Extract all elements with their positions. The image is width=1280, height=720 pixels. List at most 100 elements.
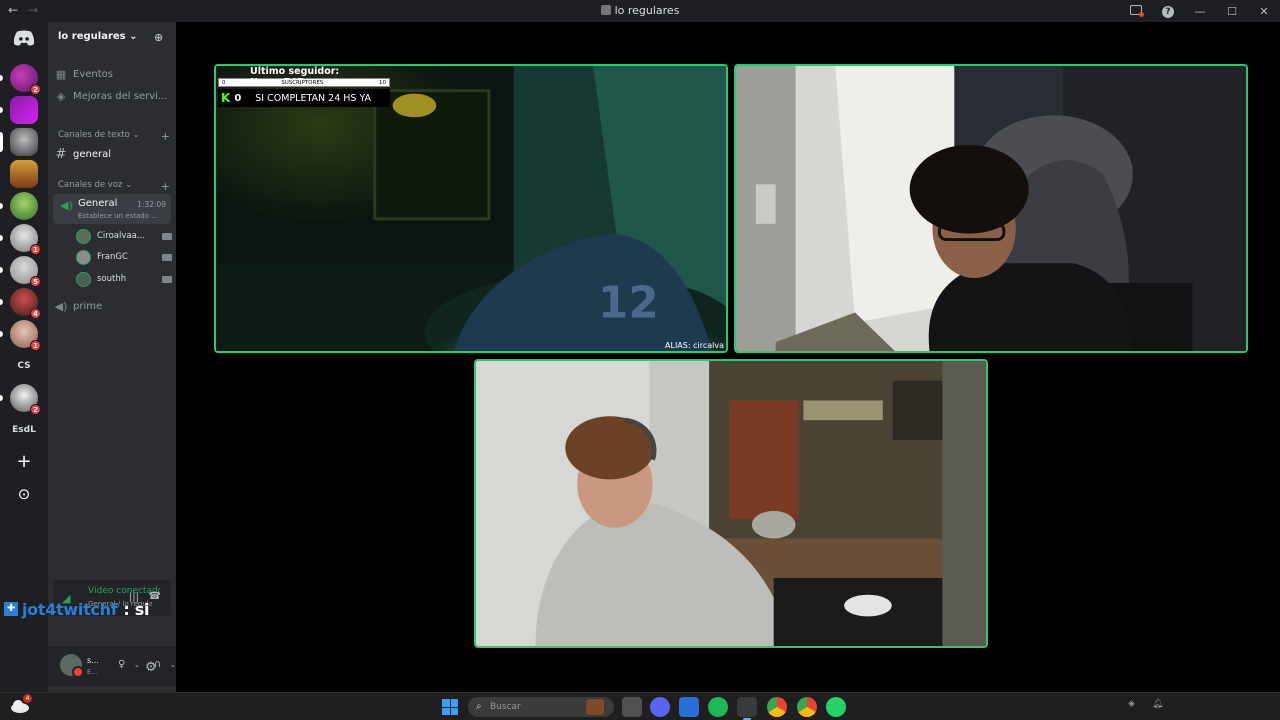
selected-pill bbox=[0, 132, 3, 152]
explore-icon[interactable]: ⊙ bbox=[10, 480, 38, 508]
avatar bbox=[76, 228, 91, 244]
maximize-button[interactable]: ☐ bbox=[1216, 5, 1248, 18]
voice-user[interactable]: southh bbox=[76, 270, 172, 288]
unread-pill bbox=[0, 299, 3, 305]
server-icon-1[interactable]: 2 bbox=[10, 64, 41, 95]
webcam-feed bbox=[476, 361, 986, 646]
mention-badge: 1 bbox=[30, 244, 41, 255]
video-tile-southh[interactable] bbox=[474, 359, 988, 648]
server-icon-lo-regulares[interactable] bbox=[10, 128, 38, 156]
window-title: lo regulares bbox=[0, 4, 1280, 17]
voice-status[interactable]: Establece un estado ... bbox=[78, 212, 158, 220]
server-icon-8[interactable]: 4 bbox=[10, 288, 41, 319]
store-app-icon[interactable] bbox=[679, 697, 699, 717]
server-icon bbox=[600, 5, 611, 15]
help-icon: ? bbox=[1162, 6, 1174, 18]
task-view-icon[interactable] bbox=[622, 697, 642, 717]
avatar bbox=[76, 271, 91, 287]
guild-name[interactable]: lo regulares ⌄ bbox=[58, 31, 137, 45]
video-tile-frangc[interactable] bbox=[734, 64, 1248, 353]
guild-header[interactable]: lo regulares ⌄ ⊕ bbox=[48, 22, 176, 54]
search-highlight-icon bbox=[586, 699, 604, 715]
inbox-icon bbox=[1130, 4, 1144, 17]
webcam-feed bbox=[736, 66, 1246, 351]
voice-user[interactable]: Ciroalvaa... bbox=[76, 227, 172, 245]
alias-label: ALIAS: circalva bbox=[665, 341, 724, 350]
disconnect-icon[interactable]: ☎ bbox=[149, 591, 161, 602]
bell-icon[interactable]: 🔔︎ bbox=[1152, 699, 1163, 709]
call-timer: 1:32:09 bbox=[137, 200, 166, 209]
mention-badge: 5 bbox=[30, 276, 41, 287]
chevron-down-icon[interactable]: ⌄ bbox=[134, 661, 140, 669]
help-button[interactable]: ? bbox=[1152, 4, 1184, 18]
tray-icon[interactable]: ◈ bbox=[1128, 699, 1135, 709]
channel-events[interactable]: ▦ Eventos bbox=[54, 64, 172, 84]
unread-pill bbox=[0, 235, 3, 241]
start-button[interactable] bbox=[442, 699, 458, 715]
video-tile-ciroalvaa[interactable]: 12 Ultimo seguidor: Nanox747 0 SUSCRIPTO… bbox=[214, 64, 728, 353]
windows-taskbar: 4 ⌕ Buscar ◈ 🔔︎ bbox=[0, 692, 1280, 720]
category-text-channels[interactable]: Canales de texto ⌄ + bbox=[58, 130, 170, 143]
streamer-logo-icon: ✚ bbox=[4, 602, 18, 616]
unread-pill bbox=[0, 107, 3, 113]
inbox-button[interactable] bbox=[1120, 4, 1152, 18]
spotify-app-icon[interactable] bbox=[708, 697, 728, 717]
unread-pill bbox=[0, 331, 3, 337]
channel-general-text[interactable]: # general bbox=[54, 144, 172, 164]
server-icon-esdl[interactable]: EsdL bbox=[10, 416, 38, 444]
discord-home-icon[interactable] bbox=[13, 30, 35, 46]
unread-pill bbox=[0, 267, 3, 273]
chrome-app-icon[interactable] bbox=[767, 697, 787, 717]
microphone-icon[interactable]: ♀ bbox=[118, 659, 125, 670]
invite-people-icon[interactable]: ⊕ bbox=[154, 31, 166, 44]
kick-icon: K bbox=[221, 91, 231, 105]
minimize-button[interactable]: — bbox=[1184, 5, 1216, 18]
category-voice-channels[interactable]: Canales de voz ⌄ + bbox=[58, 180, 170, 193]
whatsapp-app-icon[interactable] bbox=[826, 697, 846, 717]
mention-badge: 1 bbox=[30, 340, 41, 351]
avatar bbox=[76, 249, 91, 265]
discord-app-icon[interactable] bbox=[650, 697, 670, 717]
user-panel: s... E... ♀ ⌄ ∩ ⌄ bbox=[48, 646, 176, 686]
mention-badge: 4 bbox=[30, 308, 41, 319]
kick-goal: K 0 SI COMPLETAN 24 HS YA bbox=[218, 89, 390, 107]
settings-gear-icon[interactable]: ⚙ bbox=[145, 660, 157, 675]
user-name: s... bbox=[87, 656, 99, 665]
channel-sidebar: lo regulares ⌄ ⊕ ▦ Eventos ◈ Mejoras del… bbox=[48, 22, 176, 692]
camera-icon bbox=[162, 253, 172, 261]
chevron-down-icon[interactable]: ⌄ bbox=[170, 661, 176, 669]
voice-channel-general[interactable]: ◀) General 1:32:09 Establece un estado .… bbox=[53, 194, 171, 224]
boost-icon: ◈ bbox=[56, 89, 66, 103]
obs-app-icon[interactable] bbox=[737, 697, 757, 720]
chrome-profile-app-icon[interactable] bbox=[797, 697, 817, 717]
search-icon: ⌕ bbox=[476, 701, 482, 712]
server-icon-11[interactable]: 2 bbox=[10, 384, 41, 415]
taskbar-search[interactable]: ⌕ Buscar bbox=[468, 697, 614, 717]
add-channel-icon[interactable]: + bbox=[161, 130, 170, 143]
server-icon-cs[interactable]: CS bbox=[10, 352, 38, 380]
server-icon-7[interactable]: 5 bbox=[10, 256, 41, 287]
server-icon-2[interactable] bbox=[10, 96, 38, 124]
add-channel-icon[interactable]: + bbox=[161, 180, 170, 193]
unread-pill bbox=[0, 395, 3, 401]
server-icon-9[interactable]: 1 bbox=[10, 320, 41, 351]
close-button[interactable]: ✕ bbox=[1248, 5, 1280, 18]
voice-user[interactable]: FranGC bbox=[76, 248, 172, 266]
avatar[interactable] bbox=[60, 654, 84, 678]
server-icon-5[interactable] bbox=[10, 192, 38, 220]
server-rail: 2 1 5 4 1 CS 2 EsdL + ⊙ bbox=[0, 22, 48, 692]
server-icon-4[interactable] bbox=[10, 160, 38, 188]
title-bar: ← → lo regulares ? — ☐ ✕ bbox=[0, 0, 1280, 22]
hashtag-icon: # bbox=[55, 146, 67, 162]
unread-pill bbox=[0, 75, 3, 81]
mention-badge: 2 bbox=[30, 84, 41, 95]
channel-boosts[interactable]: ◈ Mejoras del servi... bbox=[54, 86, 172, 106]
overlay-message: : si bbox=[123, 599, 150, 619]
video-stage: 12 Ultimo seguidor: Nanox747 0 SUSCRIPTO… bbox=[176, 22, 1280, 692]
notification-badge: 4 bbox=[23, 694, 32, 703]
add-server-icon[interactable]: + bbox=[10, 448, 38, 476]
svg-text:12: 12 bbox=[598, 279, 659, 329]
server-icon-6[interactable]: 1 bbox=[10, 224, 41, 255]
voice-channel-prime[interactable]: ◀) prime bbox=[54, 296, 172, 316]
weather-widget[interactable]: 4 bbox=[10, 694, 32, 715]
